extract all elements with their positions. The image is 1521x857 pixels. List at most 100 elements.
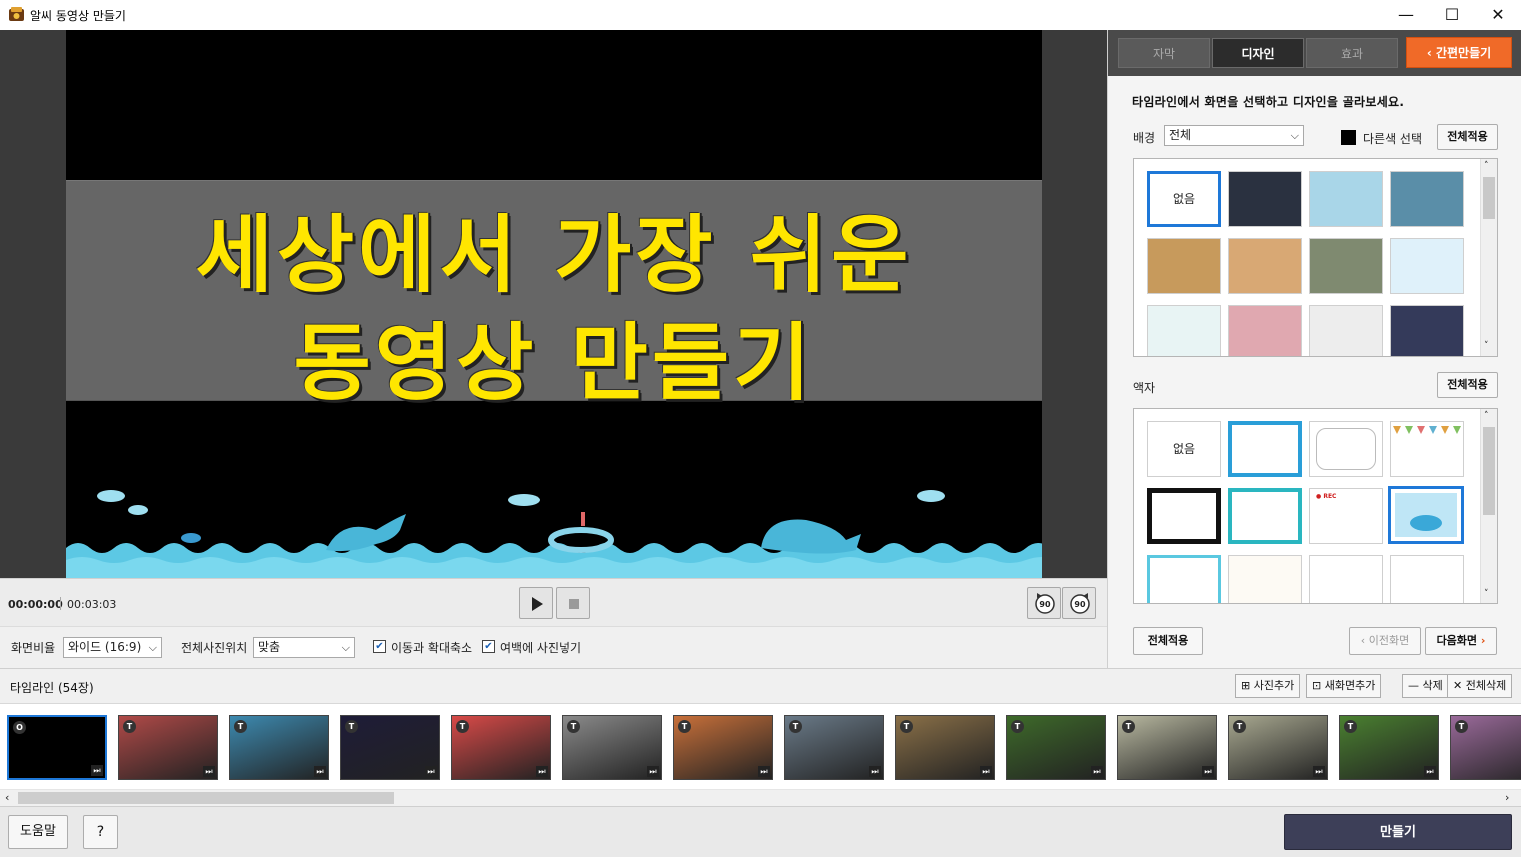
- frame-apply-all-button[interactable]: 전체적용: [1437, 372, 1498, 398]
- other-color-label[interactable]: 다른색 선택: [1363, 130, 1422, 147]
- frame-thumbnail-autumn[interactable]: [1390, 555, 1464, 603]
- quick-make-button[interactable]: ‹ 간편만들기: [1406, 37, 1512, 68]
- frame-thumbnail-whale[interactable]: [1388, 486, 1464, 544]
- background-thumbnail[interactable]: [1228, 238, 1302, 294]
- close-icon: ✕: [1453, 679, 1466, 692]
- play-button[interactable]: [519, 587, 553, 619]
- timeline-clip[interactable]: T⏭: [229, 715, 329, 780]
- photo-position-select[interactable]: 맞춤 ⌵: [253, 637, 355, 658]
- background-thumbnail[interactable]: [1309, 238, 1383, 294]
- apply-all-button[interactable]: 전체적용: [1133, 627, 1203, 655]
- rotate-left-button[interactable]: 90: [1027, 587, 1061, 619]
- timeline-strip[interactable]: O⏭T⏭T⏭T⏭T⏭T⏭T⏭T⏭T⏭T⏭T⏭T⏭T⏭T⏭: [0, 703, 1521, 789]
- question-button[interactable]: ?: [83, 815, 118, 849]
- preview-screen[interactable]: 세상에서 가장 쉬운 동영상 만들기: [66, 30, 1042, 578]
- timeline-clip[interactable]: T⏭: [1450, 715, 1521, 780]
- timeline-clip[interactable]: T⏭: [895, 715, 995, 780]
- add-screen-button[interactable]: ⊡ 새화면추가: [1306, 674, 1382, 698]
- timeline-clip[interactable]: T⏭: [1117, 715, 1217, 780]
- background-thumbnail[interactable]: [1228, 171, 1302, 227]
- background-select[interactable]: 전체 ⌵: [1164, 125, 1304, 146]
- frame-thumbnail-sea[interactable]: [1147, 555, 1221, 603]
- prev-screen-button[interactable]: ‹ 이전화면: [1349, 627, 1421, 655]
- color-swatch[interactable]: [1341, 130, 1356, 145]
- scrollbar-thumb[interactable]: [1483, 427, 1495, 515]
- timeline-scrollbar[interactable]: ‹ ›: [0, 789, 1521, 806]
- timeline-clip[interactable]: T⏭: [1339, 715, 1439, 780]
- transition-icon[interactable]: ⏭: [980, 766, 992, 777]
- transition-icon[interactable]: ⏭: [1424, 766, 1436, 777]
- minus-icon: —: [1408, 679, 1423, 692]
- fill-margin-checkbox[interactable]: ✔: [482, 640, 495, 653]
- timeline-clip[interactable]: T⏭: [451, 715, 551, 780]
- maximize-button[interactable]: ☐: [1429, 0, 1475, 30]
- frame-thumbnail-notebook[interactable]: [1309, 555, 1383, 603]
- chevron-down-icon: ˅: [1484, 589, 1489, 599]
- frame-thumbnail-rec[interactable]: ● REC: [1309, 488, 1383, 544]
- delete-all-button[interactable]: ✕ 전체삭제: [1447, 674, 1513, 698]
- frame-thumbnail-flower[interactable]: [1228, 555, 1302, 603]
- make-video-button[interactable]: 만들기: [1284, 814, 1512, 850]
- add-photo-button[interactable]: ⊞ 사진추가: [1235, 674, 1301, 698]
- next-screen-button[interactable]: 다음화면 ›: [1425, 627, 1497, 655]
- clip-type-badge: T: [123, 720, 136, 733]
- background-thumbnail[interactable]: [1147, 238, 1221, 294]
- frame-thumbnail-film[interactable]: [1147, 488, 1221, 544]
- timeline-clip[interactable]: T⏭: [118, 715, 218, 780]
- transition-icon[interactable]: ⏭: [425, 766, 437, 777]
- scrollbar-thumb[interactable]: [18, 792, 394, 804]
- transition-icon[interactable]: ⏭: [1313, 766, 1325, 777]
- timeline-clip[interactable]: O ⏭: [7, 715, 107, 780]
- transition-icon[interactable]: ⏭: [758, 766, 770, 777]
- delete-button[interactable]: — 삭제: [1402, 674, 1449, 698]
- add-screen-icon: ⊡: [1312, 679, 1325, 692]
- background-none-thumbnail[interactable]: 없음: [1147, 171, 1221, 227]
- background-thumbnail[interactable]: [1390, 238, 1464, 294]
- design-instruction: 타임라인에서 화면을 선택하고 디자인을 골라보세요.: [1132, 95, 1405, 109]
- frame-thumbnail-bunting[interactable]: [1390, 421, 1464, 477]
- tab-design[interactable]: 디자인: [1212, 38, 1304, 68]
- background-apply-all-button[interactable]: 전체적용: [1437, 124, 1498, 150]
- clip-type-badge: T: [1011, 720, 1024, 733]
- rotate-right-button[interactable]: 90: [1062, 587, 1096, 619]
- background-thumbnail[interactable]: [1309, 305, 1383, 356]
- minimize-button[interactable]: —: [1383, 0, 1429, 30]
- timeline-clip[interactable]: T⏭: [1006, 715, 1106, 780]
- background-thumbnail[interactable]: [1390, 305, 1464, 356]
- transition-icon[interactable]: ⏭: [1202, 766, 1214, 777]
- transition-icon[interactable]: ⏭: [869, 766, 881, 777]
- tab-effect[interactable]: 효과: [1306, 38, 1398, 68]
- transition-icon[interactable]: ⏭: [647, 766, 659, 777]
- background-thumbnail[interactable]: [1390, 171, 1464, 227]
- frame-none-thumbnail[interactable]: 없음: [1147, 421, 1221, 477]
- ratio-select[interactable]: 와이드 (16:9) ⌵: [63, 637, 162, 658]
- frame-thumbnail-rounded[interactable]: [1309, 421, 1383, 477]
- background-thumbnail[interactable]: [1228, 305, 1302, 356]
- zoom-checkbox[interactable]: ✔: [373, 640, 386, 653]
- timeline-clip[interactable]: T⏭: [340, 715, 440, 780]
- tab-subtitle[interactable]: 자막: [1118, 38, 1210, 68]
- frame-thumbnail-teal[interactable]: [1228, 488, 1302, 544]
- stop-button[interactable]: [556, 587, 590, 619]
- timeline-clip[interactable]: T⏭: [1228, 715, 1328, 780]
- timeline-clip[interactable]: T⏭: [673, 715, 773, 780]
- transition-icon[interactable]: ⏭: [91, 765, 103, 776]
- frame-thumbnail-blue[interactable]: [1228, 421, 1302, 477]
- timeline-clip[interactable]: T⏭: [784, 715, 884, 780]
- scrollbar-thumb[interactable]: [1483, 177, 1495, 219]
- timeline-clip[interactable]: T⏭: [562, 715, 662, 780]
- frame-scrollbar[interactable]: ˄ ˅: [1480, 409, 1497, 603]
- transition-icon[interactable]: ⏭: [536, 766, 548, 777]
- transition-icon[interactable]: ⏭: [314, 766, 326, 777]
- help-button[interactable]: 도움말: [8, 815, 68, 849]
- add-photo-icon: ⊞: [1241, 679, 1254, 692]
- chevron-down-icon: ⌵: [148, 641, 157, 654]
- close-button[interactable]: ✕: [1475, 0, 1521, 30]
- transition-icon[interactable]: ⏭: [1091, 766, 1103, 777]
- clip-type-badge: T: [678, 720, 691, 733]
- background-thumbnail[interactable]: [1147, 305, 1221, 356]
- chevron-up-icon: ˄: [1484, 411, 1489, 421]
- transition-icon[interactable]: ⏭: [203, 766, 215, 777]
- background-scrollbar[interactable]: ˄ ˅: [1480, 159, 1497, 356]
- background-thumbnail[interactable]: [1309, 171, 1383, 227]
